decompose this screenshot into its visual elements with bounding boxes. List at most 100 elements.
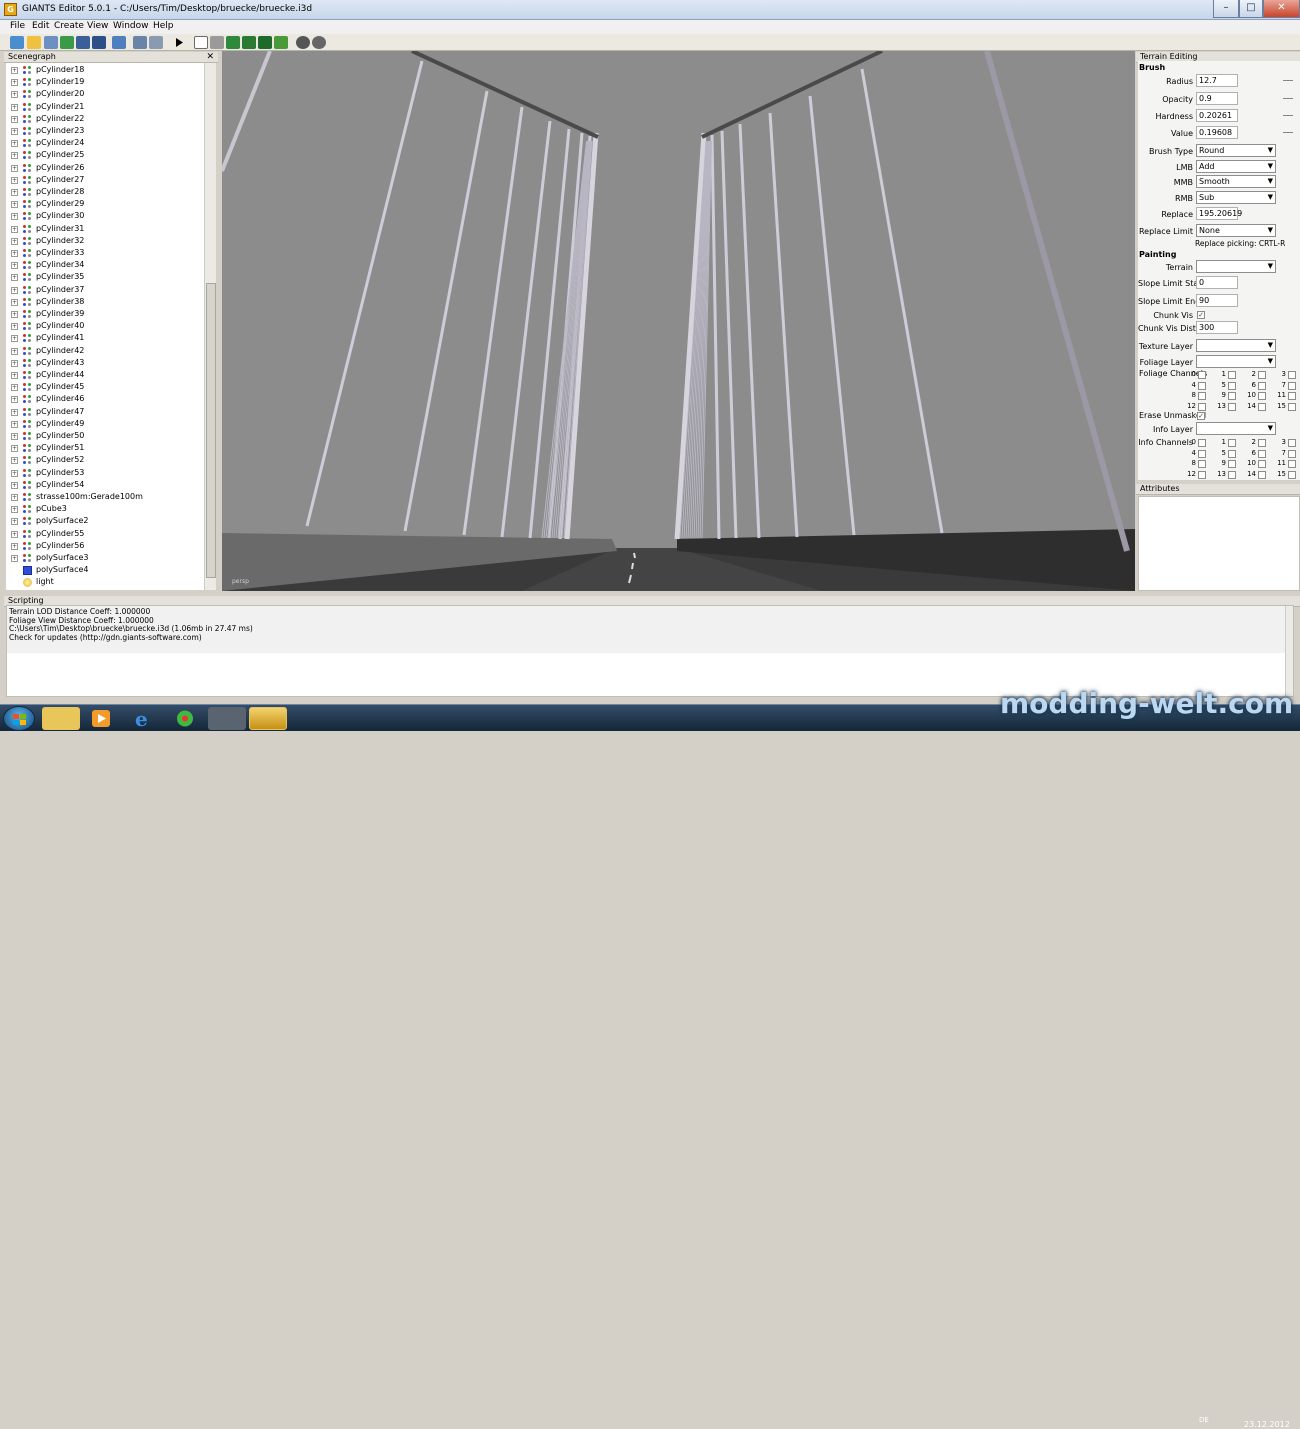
foliage-channel-checkbox[interactable] <box>1258 371 1266 379</box>
foliage-channel-checkbox[interactable] <box>1228 402 1236 411</box>
expand-icon[interactable]: + <box>11 115 18 123</box>
scenegraph-item[interactable]: + pCylinder31 <box>6 223 204 235</box>
info-channel-checkbox[interactable] <box>1258 439 1266 447</box>
erase-unmasked-checkbox[interactable]: ✓ <box>1197 412 1205 420</box>
document-icon[interactable] <box>44 36 58 49</box>
undo-icon[interactable] <box>133 36 147 49</box>
scenegraph-item[interactable]: + pCylinder38 <box>6 296 204 308</box>
chunk-vis-dist-field[interactable]: 300 <box>1196 321 1238 334</box>
scenegraph-item[interactable]: light <box>6 576 204 588</box>
explorer-taskbar-icon[interactable] <box>42 707 80 730</box>
expand-icon[interactable]: + <box>11 67 18 74</box>
expand-icon[interactable]: + <box>11 433 18 440</box>
scenegraph-item[interactable]: + pCylinder42 <box>6 345 204 357</box>
open-folder-icon[interactable] <box>27 36 41 49</box>
foliage-channel-checkbox[interactable] <box>1228 371 1236 379</box>
foliage-channel-checkbox[interactable] <box>1258 402 1266 411</box>
scenegraph-item[interactable]: + pCylinder27 <box>6 174 204 186</box>
foliage-paint-icon[interactable] <box>258 36 272 49</box>
redo-icon[interactable] <box>149 36 163 49</box>
scenegraph-item[interactable]: + polySurface2 <box>6 515 204 527</box>
hardness-slider[interactable] <box>1283 115 1293 118</box>
expand-icon[interactable]: + <box>11 152 18 160</box>
expand-icon[interactable]: + <box>11 274 18 282</box>
scrollbar-thumb[interactable] <box>206 283 216 578</box>
expand-icon[interactable]: + <box>11 494 18 501</box>
expand-icon[interactable]: + <box>11 79 18 87</box>
info-channel-checkbox[interactable] <box>1198 470 1206 479</box>
info-channel-checkbox[interactable] <box>1228 449 1236 458</box>
terrain-sculpt-icon[interactable] <box>226 36 240 49</box>
info-channel-checkbox[interactable] <box>1258 460 1266 468</box>
scenegraph-item[interactable]: + strasse100m:Gerade100m <box>6 491 204 503</box>
scenegraph-item[interactable]: + pCylinder55 <box>6 528 204 540</box>
value-slider[interactable] <box>1283 132 1293 135</box>
expand-icon[interactable]: + <box>11 396 18 404</box>
scenegraph-item[interactable]: + pCylinder24 <box>6 137 204 149</box>
target-icon[interactable] <box>296 36 310 49</box>
save-icon[interactable] <box>76 36 90 49</box>
language-indicator[interactable]: DE <box>1199 1416 1209 1424</box>
expand-icon[interactable]: + <box>11 91 18 99</box>
radius-field[interactable]: 12.7 <box>1196 74 1238 87</box>
scenegraph-item[interactable]: + pCylinder18 <box>6 64 204 76</box>
scenegraph-item[interactable]: + pCylinder43 <box>6 357 204 369</box>
rmb-select[interactable]: Sub ▼ <box>1196 191 1276 204</box>
info-channel-checkbox[interactable] <box>1198 439 1206 447</box>
expand-icon[interactable]: + <box>11 518 18 526</box>
value-field[interactable]: 0.19608 <box>1196 126 1238 139</box>
foliage-channel-checkbox[interactable] <box>1288 381 1296 390</box>
info-channel-checkbox[interactable] <box>1228 439 1236 447</box>
scenegraph-item[interactable]: + pCylinder47 <box>6 406 204 418</box>
foliage-channel-checkbox[interactable] <box>1198 371 1206 379</box>
start-button[interactable] <box>3 706 35 731</box>
chunk-vis-checkbox[interactable]: ✓ <box>1197 311 1205 319</box>
scenegraph-item[interactable]: + pCylinder19 <box>6 76 204 88</box>
expand-icon[interactable]: + <box>11 213 18 221</box>
scenegraph-item[interactable]: + pCylinder32 <box>6 235 204 247</box>
replace-field[interactable]: 195.20619 <box>1196 207 1242 220</box>
scenegraph-item[interactable]: + pCylinder40 <box>6 320 204 332</box>
scenegraph-item[interactable]: + pCylinder33 <box>6 247 204 259</box>
scenegraph-item[interactable]: + pCylinder28 <box>6 186 204 198</box>
scenegraph-item[interactable]: + pCylinder37 <box>6 284 204 296</box>
texture-layer-select[interactable]: ▼ <box>1196 339 1276 352</box>
info-channel-checkbox[interactable] <box>1228 460 1236 468</box>
scenegraph-item[interactable]: + pCylinder30 <box>6 210 204 222</box>
expand-icon[interactable]: + <box>11 250 18 257</box>
giants-editor-taskbar-icon[interactable] <box>249 707 287 730</box>
info-channel-checkbox[interactable] <box>1198 460 1206 468</box>
info-channel-checkbox[interactable] <box>1228 470 1236 479</box>
menu-view[interactable]: View <box>87 21 108 31</box>
slope-end-field[interactable]: 90 <box>1196 294 1238 307</box>
menu-window[interactable]: Window <box>113 21 149 31</box>
terrain-paint-icon[interactable] <box>242 36 256 49</box>
info-channel-checkbox[interactable] <box>1258 449 1266 458</box>
expand-icon[interactable]: + <box>11 408 18 416</box>
close-window-button[interactable]: ✕ <box>1263 0 1300 18</box>
scenegraph-item[interactable]: + pCylinder53 <box>6 467 204 479</box>
scenegraph-item[interactable]: + pCylinder20 <box>6 88 204 100</box>
scenegraph-item[interactable]: + pCylinder35 <box>6 271 204 283</box>
expand-icon[interactable]: + <box>11 225 18 233</box>
expand-icon[interactable]: + <box>11 237 18 245</box>
info-channel-checkbox[interactable] <box>1288 439 1296 447</box>
taskbar-date[interactable]: 23.12.2012 <box>1244 1420 1290 1429</box>
scenegraph-item[interactable]: + pCylinder39 <box>6 308 204 320</box>
scripting-panel[interactable]: Terrain LOD Distance Coeff: 1.000000 Fol… <box>6 605 1294 697</box>
foliage-channel-checkbox[interactable] <box>1288 371 1296 379</box>
internet-explorer-taskbar-icon[interactable]: e <box>124 707 162 731</box>
info-channel-checkbox[interactable] <box>1198 449 1206 458</box>
import-icon[interactable] <box>112 36 126 49</box>
foliage-channel-checkbox[interactable] <box>1198 392 1206 400</box>
menu-edit[interactable]: Edit <box>32 21 49 31</box>
opacity-slider[interactable] <box>1283 98 1293 101</box>
foliage-channel-checkbox[interactable] <box>1198 381 1206 390</box>
lmb-select[interactable]: Add ▼ <box>1196 160 1276 173</box>
replace-limit-select[interactable]: None ▼ <box>1196 224 1276 237</box>
expand-icon[interactable]: + <box>11 176 18 184</box>
foliage-layer-select[interactable]: ▼ <box>1196 355 1276 368</box>
mmb-select[interactable]: Smooth ▼ <box>1196 175 1276 188</box>
scenegraph-item[interactable]: + pCylinder54 <box>6 479 204 491</box>
scenegraph-item[interactable]: + pCylinder49 <box>6 418 204 430</box>
